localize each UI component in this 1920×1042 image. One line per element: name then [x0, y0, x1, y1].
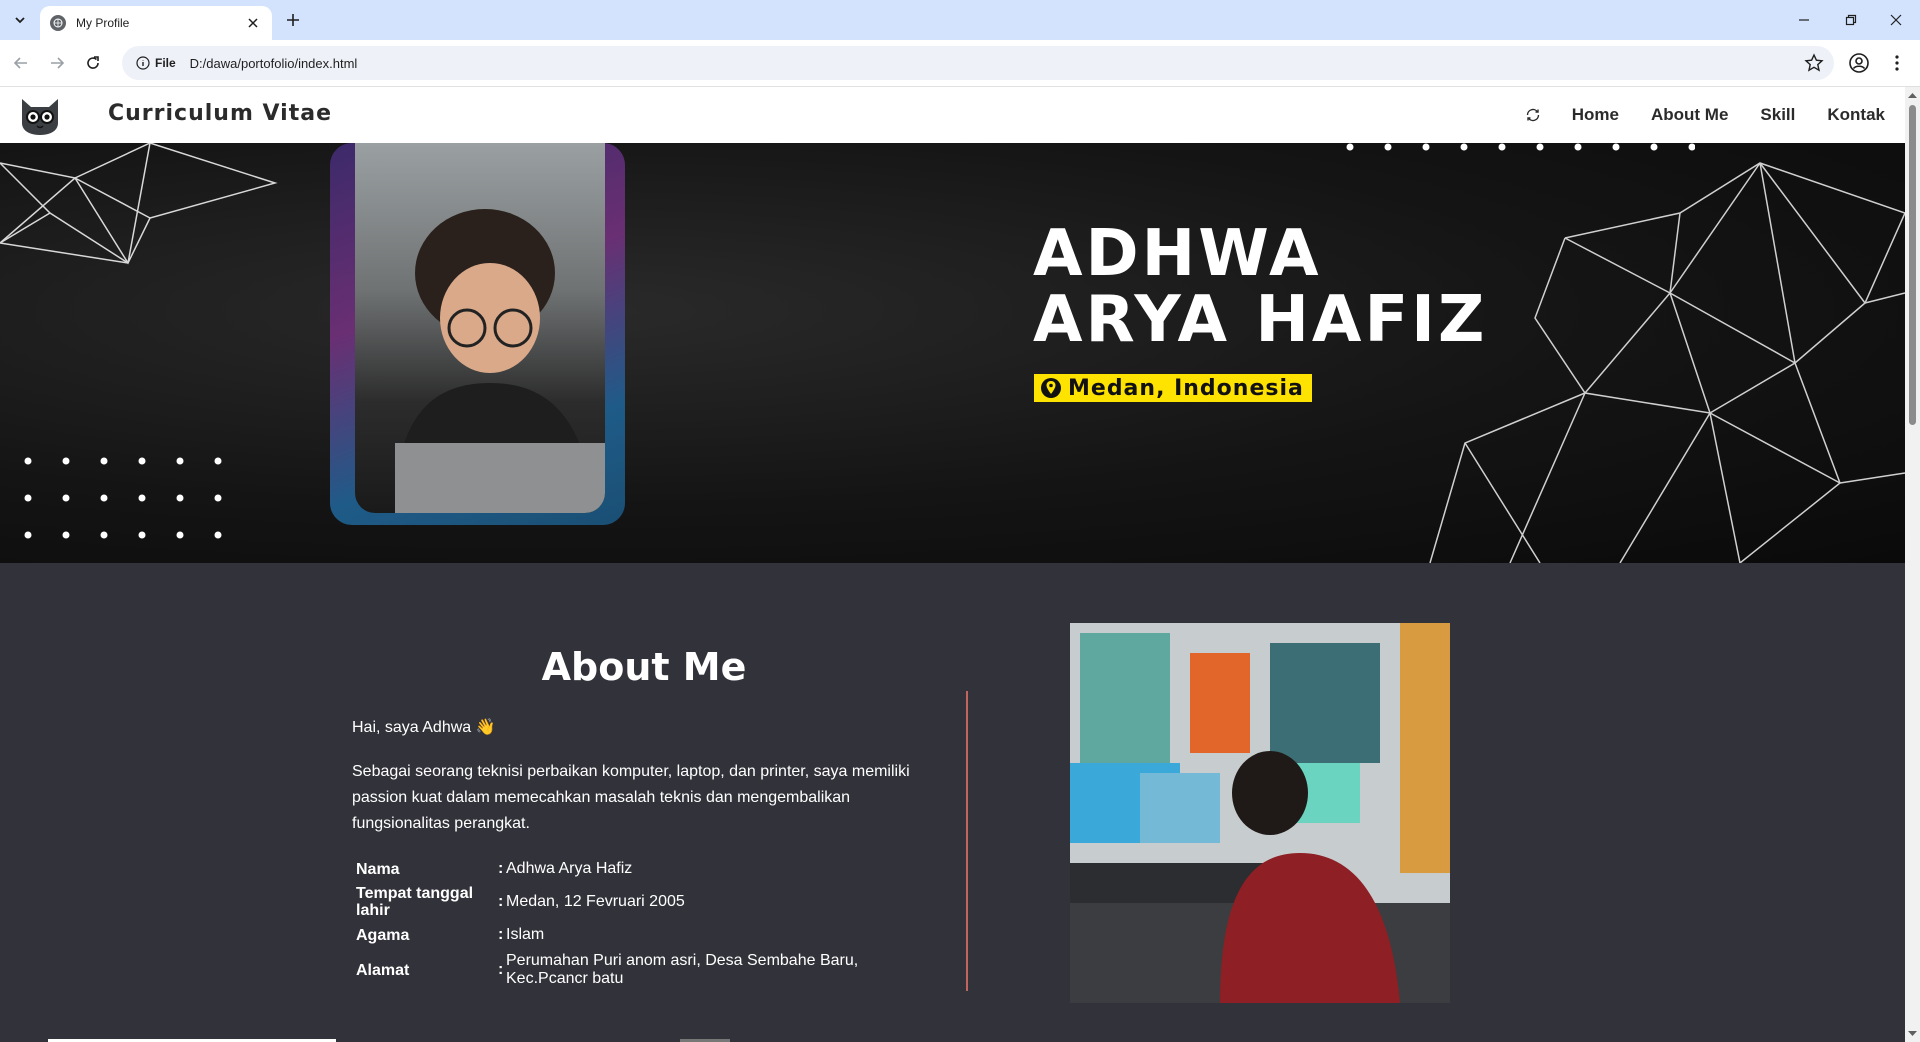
arrow-right-icon	[51, 57, 65, 69]
tab-list-button[interactable]	[8, 8, 32, 32]
section-divider	[966, 691, 968, 991]
restore-icon	[1845, 14, 1857, 26]
bookmark-star-icon[interactable]	[1804, 53, 1824, 73]
address-bar[interactable]: File D:/dawa/portofolio/index.html	[122, 46, 1834, 80]
info-icon	[136, 56, 150, 70]
info-colon: :	[498, 961, 504, 978]
info-label: Alamat	[356, 961, 410, 979]
scroll-up-arrow-icon[interactable]	[1908, 91, 1917, 100]
polygon-mesh-left-decoration	[0, 143, 278, 265]
dot-grid-decoration	[24, 457, 222, 539]
cat-logo-icon[interactable]	[18, 93, 62, 137]
location-badge: Medan, Indonesia	[1034, 374, 1312, 402]
profile-icon[interactable]	[1848, 52, 1870, 74]
restore-button[interactable]	[1839, 8, 1863, 32]
intro-paragraph: Sebagai seorang teknisi perbaikan komput…	[352, 763, 910, 832]
workshop-photo	[1070, 623, 1450, 1003]
refresh-toggle-icon[interactable]	[1524, 106, 1542, 124]
scroll-down-arrow-icon[interactable]	[1908, 1029, 1917, 1038]
browser-menu-button[interactable]	[1886, 52, 1908, 74]
info-row-agama: Agama : Islam	[352, 924, 912, 946]
page-scrollbar[interactable]	[1905, 87, 1920, 1042]
nav-kontak[interactable]: Kontak	[1827, 105, 1885, 125]
tab-my-profile[interactable]: My Profile	[40, 6, 272, 40]
nav-home[interactable]: Home	[1572, 105, 1619, 125]
new-tab-button[interactable]	[282, 9, 304, 31]
info-row-ttl: Tempat tanggal lahir : Medan, 12 Fevruar…	[352, 884, 912, 920]
scroll-thumb[interactable]	[1909, 105, 1916, 425]
hero-name: ADHWA ARYA HAFIZ	[1033, 221, 1487, 353]
close-window-button[interactable]	[1884, 8, 1908, 32]
back-button[interactable]	[10, 52, 32, 74]
about-section: About Me Hai, saya Adhwa 👋 Sebagai seora…	[0, 563, 1905, 1042]
tab-strip: My Profile	[0, 0, 1920, 40]
info-row-nama: Nama : Adhwa Arya Hafiz	[352, 858, 912, 880]
chevron-down-icon	[15, 17, 25, 24]
info-value: Adhwa Arya Hafiz	[506, 860, 633, 877]
minimize-icon	[1799, 19, 1809, 21]
minimize-button[interactable]	[1792, 8, 1816, 32]
reload-button[interactable]	[82, 52, 104, 74]
info-colon: :	[498, 860, 504, 877]
globe-icon	[50, 15, 66, 31]
tab-title: My Profile	[76, 16, 130, 30]
nav-links: Home About Me Skill Kontak	[1524, 87, 1905, 143]
info-value: Medan, 12 Fevruari 2005	[506, 893, 685, 910]
portrait-photo	[355, 143, 605, 513]
info-value: Islam	[506, 926, 545, 943]
site-brand[interactable]: Curriculum Vitae	[108, 101, 332, 126]
nav-about-me[interactable]: About Me	[1651, 105, 1728, 125]
info-label: Agama	[356, 926, 410, 944]
hero-name-line2: ARYA HAFIZ	[1033, 283, 1488, 357]
site-info-chip[interactable]: File	[130, 51, 182, 75]
info-label: Nama	[356, 860, 400, 878]
info-row-alamat: Alamat : Perumahan Puri anom asri, Desa …	[352, 950, 912, 990]
hero-portrait	[330, 143, 625, 525]
url-text: D:/dawa/portofolio/index.html	[189, 55, 358, 71]
info-colon: :	[498, 893, 504, 910]
browser-toolbar: File D:/dawa/portofolio/index.html	[0, 40, 1920, 87]
hero-banner: ADHWA ARYA HAFIZ Medan, Indonesia	[0, 143, 1905, 563]
info-value: Perumahan Puri anom asri, Desa Sembahe B…	[506, 952, 859, 987]
more-vert-icon	[1895, 55, 1899, 71]
close-icon	[1890, 14, 1902, 26]
location-text: Medan, Indonesia	[1068, 375, 1304, 401]
about-title: About Me	[541, 645, 747, 689]
info-colon: :	[498, 926, 504, 943]
forward-button[interactable]	[46, 52, 68, 74]
close-icon[interactable]	[244, 14, 262, 32]
plus-icon	[287, 14, 299, 26]
personal-info-table: Nama : Adhwa Arya Hafiz Tempat tanggal l…	[352, 858, 912, 994]
site-chip-label: File	[155, 56, 176, 70]
hero-name-line1: ADHWA	[1033, 217, 1322, 291]
page-viewport: Curriculum Vitae Home About Me Skill Kon…	[0, 87, 1905, 1042]
nav-skill[interactable]: Skill	[1760, 105, 1795, 125]
arrow-left-icon	[13, 57, 27, 69]
map-pin-icon	[1041, 378, 1061, 398]
greeting-text: Hai, saya Adhwa 👋	[352, 719, 496, 736]
site-navbar: Curriculum Vitae Home About Me Skill Kon…	[0, 87, 1905, 143]
info-label: Tempat tanggal lahir	[356, 885, 474, 919]
reload-icon	[87, 56, 99, 69]
